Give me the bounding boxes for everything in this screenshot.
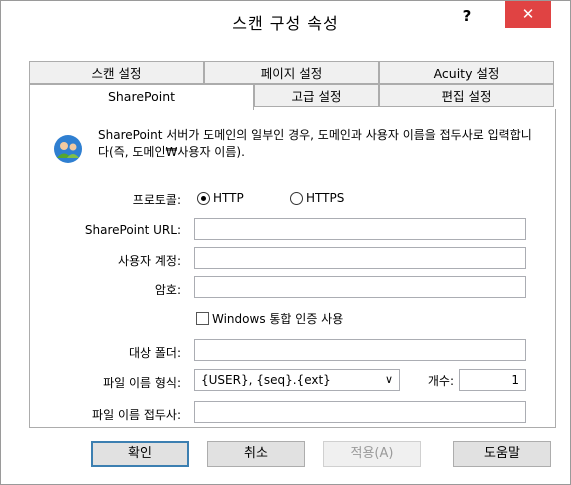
tab-sharepoint[interactable]: SharePoint (29, 84, 254, 110)
chevron-down-icon: ∨ (384, 373, 393, 386)
http-radio-label: HTTP (213, 191, 244, 205)
sharepoint-url-input[interactable] (194, 218, 526, 240)
file-name-format-select[interactable]: {USER}, {seq}.{ext} ∨ (194, 369, 400, 391)
tab-page-settings[interactable]: 페이지 설정 (204, 61, 379, 84)
https-radio[interactable] (290, 192, 303, 205)
tab-acuity-settings[interactable]: Acuity 설정 (379, 61, 554, 84)
sharepoint-panel: SharePoint 서버가 도메인의 일부인 경우, 도메인과 사용자 이름을… (29, 109, 556, 428)
user-account-label: 사용자 계정: (117, 254, 181, 268)
windows-auth-label: Windows 통합 인증 사용 (212, 312, 344, 326)
tab-advanced-settings[interactable]: 고급 설정 (254, 84, 379, 107)
title-bar: 스캔 구성 속성 ? ✕ (1, 1, 570, 39)
count-label: 개수: (427, 374, 454, 388)
sharepoint-url-label: SharePoint URL: (84, 223, 181, 237)
info-text: SharePoint 서버가 도메인의 일부인 경우, 도메인과 사용자 이름을… (98, 128, 532, 159)
help-title-button[interactable]: ? (456, 7, 478, 29)
protocol-label: 프로토콜: (132, 193, 181, 207)
dialog-title: 스캔 구성 속성 (232, 14, 339, 33)
tab-edit-settings[interactable]: 편집 설정 (379, 84, 554, 107)
http-radio[interactable] (197, 192, 210, 205)
ok-button[interactable]: 확인 (91, 441, 189, 467)
scan-config-dialog: 스캔 구성 속성 ? ✕ 스캔 설정 페이지 설정 Acuity 설정 고급 설… (0, 0, 571, 485)
help-button[interactable]: 도움말 (453, 441, 551, 467)
users-icon (54, 135, 82, 163)
target-folder-input[interactable] (194, 339, 526, 361)
file-name-prefix-label: 파일 이름 접두사: (92, 408, 181, 422)
file-name-format-label: 파일 이름 형식: (103, 376, 181, 390)
count-input[interactable]: 1 (459, 369, 526, 391)
close-button[interactable]: ✕ (505, 1, 551, 28)
password-label: 암호: (154, 283, 181, 297)
password-input[interactable] (194, 276, 526, 298)
windows-auth-checkbox[interactable] (196, 312, 209, 325)
user-account-input[interactable] (194, 247, 526, 269)
file-name-prefix-input[interactable] (194, 401, 526, 423)
target-folder-label: 대상 폴더: (128, 346, 181, 360)
tab-scan-settings[interactable]: 스캔 설정 (29, 61, 204, 84)
file-name-format-value: {USER}, {seq}.{ext} (201, 373, 331, 387)
cancel-button[interactable]: 취소 (207, 441, 305, 467)
https-radio-label: HTTPS (306, 191, 345, 205)
apply-button[interactable]: 적용(A) (323, 441, 421, 467)
